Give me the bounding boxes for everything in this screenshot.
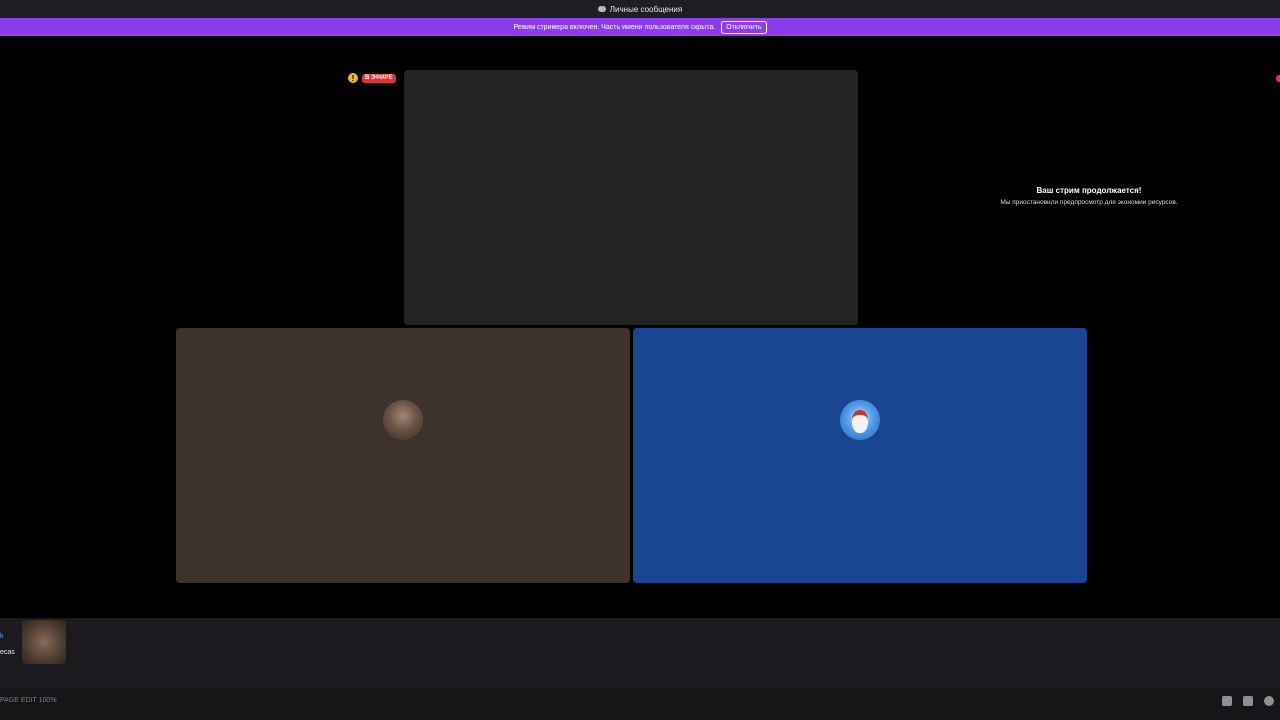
title-bar: Личные сообщения — [0, 0, 1280, 18]
stream-paused-title: Ваш стрим продолжается! — [1036, 186, 1142, 195]
status-bar: PAGE EDIT 100% — [0, 688, 1280, 720]
participant-name[interactable]: k — [0, 633, 4, 640]
streamer-mode-banner: Режим стримера включен. Часть имени поль… — [0, 18, 1280, 36]
discord-icon — [597, 6, 606, 12]
window-title: Личные сообщения — [609, 4, 683, 14]
participant-status: ecas — [0, 649, 15, 656]
avatar-face — [852, 410, 868, 433]
edge-live-indicator — [1276, 75, 1280, 82]
streamer-mode-message: Режим стримера включен. Часть имени поль… — [513, 23, 716, 31]
participant-tile-2[interactable] — [633, 328, 1087, 583]
disable-streamer-mode-button[interactable]: Отключить — [721, 20, 767, 34]
participant-avatar-1 — [383, 400, 423, 440]
participant-avatar-2 — [840, 400, 880, 440]
chat-icon[interactable] — [1222, 696, 1232, 706]
call-stage: ! В ЭФИРЕ Ваш стрим продолжается! Мы при… — [0, 36, 1280, 618]
stream-preview-tile[interactable] — [404, 70, 858, 325]
warning-icon[interactable]: ! — [348, 73, 358, 83]
live-indicator: ! В ЭФИРЕ — [348, 73, 396, 83]
participant-tile-1[interactable] — [176, 328, 630, 583]
status-text: PAGE EDIT 100% — [0, 697, 57, 704]
participant-thumbnail[interactable] — [22, 620, 66, 664]
live-badge: В ЭФИРЕ — [362, 73, 396, 83]
participant-strip: k ecas — [0, 618, 1280, 688]
settings-icon[interactable] — [1264, 696, 1274, 706]
stream-paused-subtitle: Мы приостановили предпросмотр для эконом… — [1000, 199, 1178, 206]
gamepad-icon[interactable] — [1243, 696, 1253, 706]
stream-paused-notice: Ваш стрим продолжается! Мы приостановили… — [985, 186, 1193, 206]
